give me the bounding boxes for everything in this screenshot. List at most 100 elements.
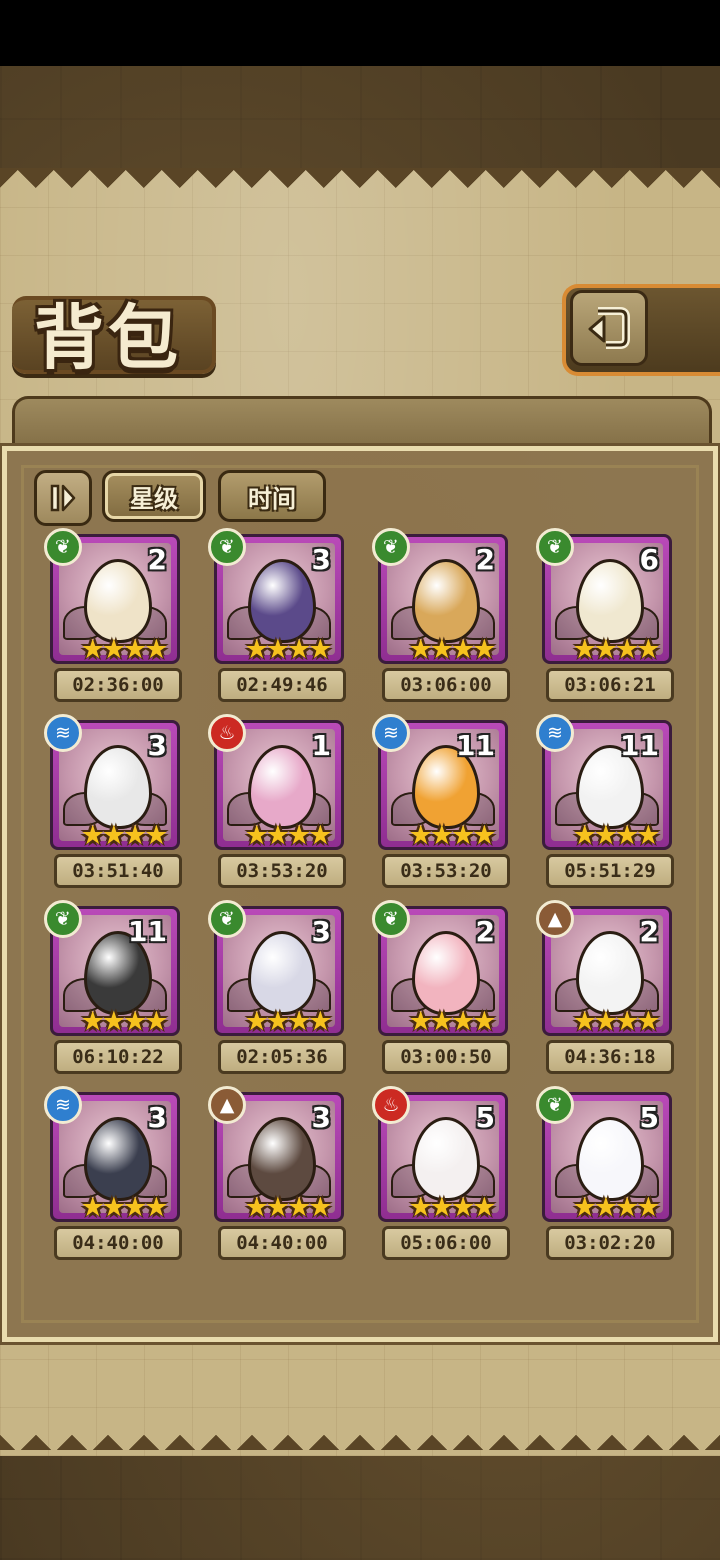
egg-count: 2 — [475, 915, 495, 948]
egg-slot[interactable]: 3 ★★★★ ▲ 04:40:00 — [208, 1086, 348, 1262]
egg-slot[interactable]: 5 ★★★★ ❦ 03:02:20 — [536, 1086, 676, 1262]
star-rating: ★★★★ — [408, 1192, 497, 1223]
star-rating: ★★★★ — [572, 1192, 661, 1223]
hatch-timer: 03:06:21 — [546, 668, 674, 702]
egg-icon — [248, 745, 316, 830]
torn-edge-top — [0, 168, 720, 212]
egg-slot[interactable]: 3 ★★★★ ≋ 04:40:00 — [44, 1086, 184, 1262]
egg-count: 1 — [311, 729, 331, 762]
star-rating: ★★★★ — [80, 1192, 169, 1223]
egg-slot[interactable]: 11 ★★★★ ❦ 06:10:22 — [44, 900, 184, 1076]
hatch-timer: 05:06:00 — [382, 1226, 510, 1260]
hatch-timer: 02:36:00 — [54, 668, 182, 702]
tab-sort-by-star[interactable]: 星级 — [102, 470, 206, 522]
egg-count: 3 — [147, 1101, 167, 1134]
egg-slot[interactable]: 1 ★★★★ ♨ 03:53:20 — [208, 714, 348, 890]
egg-icon — [576, 559, 644, 644]
hatch-timer: 03:02:20 — [546, 1226, 674, 1260]
water-element-icon: ≋ — [44, 714, 82, 752]
sort-order-toggle[interactable] — [34, 470, 92, 526]
water-element-icon: ≋ — [372, 714, 410, 752]
star-rating: ★★★★ — [80, 634, 169, 665]
nature-element-icon: ❦ — [44, 528, 82, 566]
egg-icon — [412, 1117, 480, 1202]
star-rating: ★★★★ — [80, 820, 169, 851]
egg-slot[interactable]: 2 ★★★★ ❦ 03:06:00 — [372, 528, 512, 704]
star-rating: ★★★★ — [408, 634, 497, 665]
nature-element-icon: ❦ — [44, 900, 82, 938]
egg-count: 3 — [147, 729, 167, 762]
back-button[interactable] — [570, 290, 648, 366]
egg-slot[interactable]: 2 ★★★★ ▲ 04:36:18 — [536, 900, 676, 1076]
egg-slot[interactable]: 11 ★★★★ ≋ 05:51:29 — [536, 714, 676, 890]
water-element-icon: ≋ — [536, 714, 574, 752]
earth-element-icon: ▲ — [208, 1086, 246, 1124]
star-rating: ★★★★ — [244, 1192, 333, 1223]
hatch-timer: 03:00:50 — [382, 1040, 510, 1074]
egg-slot[interactable]: 11 ★★★★ ≋ 03:53:20 — [372, 714, 512, 890]
hatch-timer: 03:06:00 — [382, 668, 510, 702]
water-element-icon: ≋ — [44, 1086, 82, 1124]
hatch-timer: 02:05:36 — [218, 1040, 346, 1074]
egg-icon — [248, 1117, 316, 1202]
hatch-timer: 04:36:18 — [546, 1040, 674, 1074]
egg-count: 3 — [311, 915, 331, 948]
egg-slot[interactable]: 2 ★★★★ ❦ 02:36:00 — [44, 528, 184, 704]
hatch-timer: 03:51:40 — [54, 854, 182, 888]
hatch-timer: 04:40:00 — [218, 1226, 346, 1260]
egg-count: 11 — [128, 915, 167, 948]
torn-edge-bottom — [0, 1406, 720, 1450]
egg-slot[interactable]: 2 ★★★★ ❦ 03:00:50 — [372, 900, 512, 1076]
egg-icon — [576, 931, 644, 1016]
star-rating: ★★★★ — [572, 634, 661, 665]
hatch-timer: 02:49:46 — [218, 668, 346, 702]
page-title: 背包 — [34, 297, 182, 379]
status-bar — [0, 0, 720, 66]
star-rating: ★★★★ — [572, 1006, 661, 1037]
egg-slot[interactable]: 5 ★★★★ ♨ 05:06:00 — [372, 1086, 512, 1262]
egg-count: 2 — [639, 915, 659, 948]
nature-element-icon: ❦ — [208, 528, 246, 566]
egg-count: 5 — [639, 1101, 659, 1134]
egg-slot[interactable]: 6 ★★★★ ❦ 03:06:21 — [536, 528, 676, 704]
egg-grid: 2 ★★★★ ❦ 02:36:00 3 ★★★★ ❦ 02:49:46 2 ★★★★ ❦ 03:06:… — [44, 528, 684, 1268]
hatch-timer: 04:40:00 — [54, 1226, 182, 1260]
star-rating: ★★★★ — [572, 820, 661, 851]
star-rating: ★★★★ — [244, 1006, 333, 1037]
nature-element-icon: ❦ — [536, 528, 574, 566]
fire-element-icon: ♨ — [372, 1086, 410, 1124]
egg-icon — [248, 559, 316, 644]
egg-icon — [248, 931, 316, 1016]
egg-slot[interactable]: 3 ★★★★ ❦ 02:49:46 — [208, 528, 348, 704]
star-rating: ★★★★ — [408, 1006, 497, 1037]
hatch-timer: 06:10:22 — [54, 1040, 182, 1074]
nature-element-icon: ❦ — [536, 1086, 574, 1124]
nature-element-icon: ❦ — [208, 900, 246, 938]
star-rating: ★★★★ — [80, 1006, 169, 1037]
egg-icon — [412, 931, 480, 1016]
tab-sort-by-time[interactable]: 时间 — [218, 470, 326, 522]
hatch-timer: 03:53:20 — [218, 854, 346, 888]
egg-count: 2 — [147, 543, 167, 576]
egg-slot[interactable]: 3 ★★★★ ❦ 02:05:36 — [208, 900, 348, 1076]
egg-count: 5 — [475, 1101, 495, 1134]
hatch-timer: 03:53:20 — [382, 854, 510, 888]
nature-element-icon: ❦ — [372, 528, 410, 566]
egg-icon — [576, 1117, 644, 1202]
egg-icon — [412, 559, 480, 644]
egg-count: 11 — [620, 729, 659, 762]
egg-count: 11 — [456, 729, 495, 762]
star-rating: ★★★★ — [408, 820, 497, 851]
egg-icon — [84, 745, 152, 830]
egg-count: 6 — [639, 543, 659, 576]
egg-count: 3 — [311, 1101, 331, 1134]
egg-slot[interactable]: 3 ★★★★ ≋ 03:51:40 — [44, 714, 184, 890]
egg-icon — [84, 559, 152, 644]
return-arrow-icon — [588, 307, 630, 349]
star-rating: ★★★★ — [244, 634, 333, 665]
star-rating: ★★★★ — [244, 820, 333, 851]
earth-element-icon: ▲ — [536, 900, 574, 938]
sort-order-icon — [50, 484, 76, 512]
hatch-timer: 05:51:29 — [546, 854, 674, 888]
egg-count: 2 — [475, 543, 495, 576]
